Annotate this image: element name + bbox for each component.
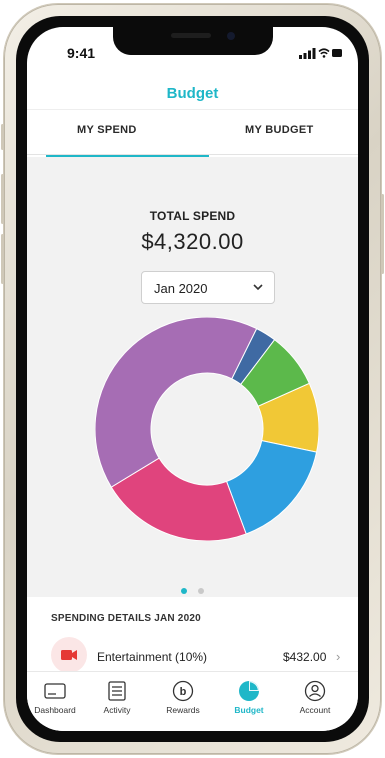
person-icon: [304, 680, 326, 702]
nav-rewards-label: Rewards: [166, 705, 200, 715]
receipt-icon: [108, 681, 126, 701]
spend-donut-chart: [95, 317, 319, 541]
chevron-right-icon: ›: [336, 649, 341, 664]
total-spend-value: $4,320.00: [141, 229, 244, 254]
tab-my-spend[interactable]: MY SPEND: [77, 124, 137, 136]
phone-bezel: 9:41 Budget MY SPEND MY BUDGET TOTAL SPE…: [16, 16, 369, 742]
card-icon: [44, 683, 66, 699]
nav-budget-label: Budget: [234, 705, 264, 715]
spending-details-title: SPENDING DETAILS JAN 2020: [51, 613, 201, 624]
power-button: [381, 194, 384, 274]
category-label: Entertainment (10%): [97, 650, 208, 664]
spending-row-entertainment[interactable]: Entertainment (10%) $432.00 ›: [27, 637, 358, 673]
donut-slice-3[interactable]: [95, 317, 258, 488]
nav-dashboard[interactable]: Dashboard: [27, 680, 85, 715]
mute-switch: [1, 124, 4, 150]
front-camera: [227, 32, 235, 40]
nav-budget[interactable]: Budget: [219, 680, 279, 715]
pager-dot[interactable]: [197, 588, 204, 594]
nav-account-label: Account: [299, 705, 331, 715]
period-select[interactable]: Jan 2020: [141, 271, 275, 304]
tab-my-budget[interactable]: MY BUDGET: [245, 124, 314, 136]
nav-activity[interactable]: Activity: [87, 680, 147, 715]
spending-details-header: SPENDING DETAILS JAN 2020: [27, 597, 358, 640]
period-select-value: Jan 2020: [154, 281, 208, 296]
volume-down-button: [1, 234, 4, 284]
app-screen: 9:41 Budget MY SPEND MY BUDGET TOTAL SPE…: [27, 27, 358, 731]
nav-activity-label: Activity: [103, 705, 131, 715]
pie-chart-icon: [239, 681, 259, 701]
total-spend-label: TOTAL SPEND: [149, 209, 236, 223]
volume-up-button: [1, 174, 4, 224]
page-title: Budget: [166, 85, 219, 102]
nav-account[interactable]: Account: [285, 680, 345, 715]
chevron-down-icon: [253, 284, 263, 291]
category-icon-badge: [51, 637, 87, 673]
status-time: 9:41: [67, 45, 96, 61]
notch: [113, 27, 273, 55]
nav-rewards[interactable]: b Rewards: [153, 680, 213, 715]
spend-summary-panel: TOTAL SPEND $4,320.00 Jan 2020: [27, 157, 358, 597]
rewards-b-icon: b: [172, 680, 194, 702]
video-camera-icon: [61, 650, 77, 660]
nav-dashboard-label: Dashboard: [34, 705, 76, 715]
phone-frame: 9:41 Budget MY SPEND MY BUDGET TOTAL SPE…: [1, 4, 384, 754]
bottom-nav: Dashboard Activity b Rewards Budget Acco…: [27, 671, 358, 731]
signal-wifi-battery-icon: [299, 48, 342, 59]
category-amount: $432.00: [283, 650, 327, 664]
pager-dot-active[interactable]: [181, 588, 188, 594]
tab-bar: MY SPEND MY BUDGET: [27, 109, 358, 155]
svg-text:b: b: [180, 686, 187, 698]
earpiece-speaker: [171, 33, 211, 38]
